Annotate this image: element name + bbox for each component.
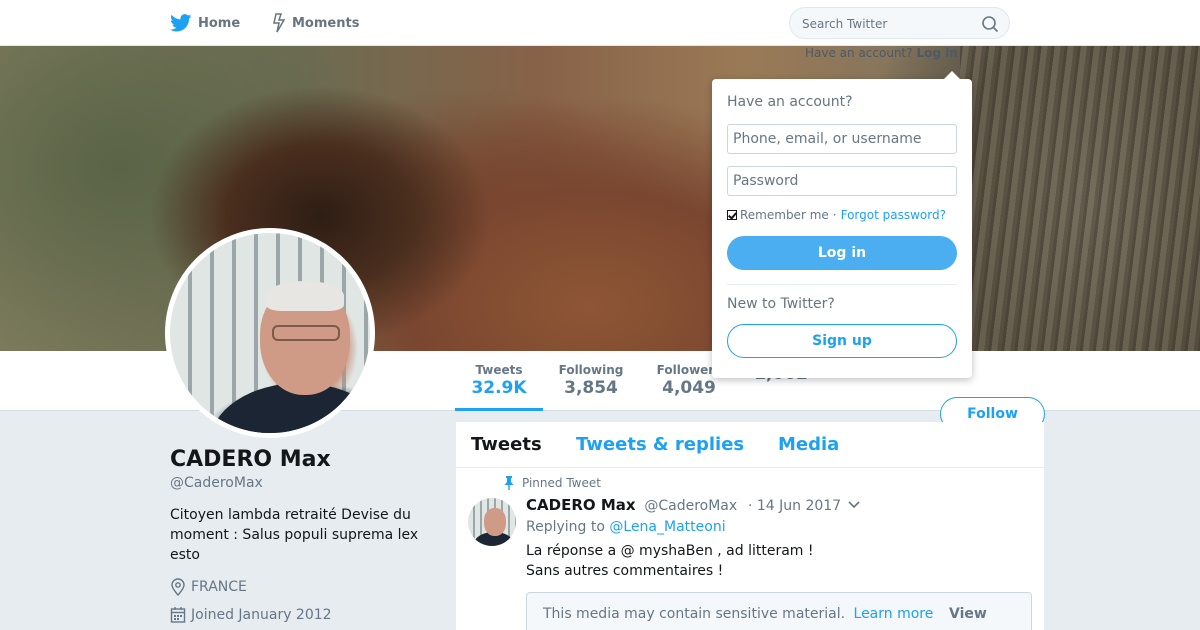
top-navigation: Home Moments bbox=[0, 0, 1200, 46]
login-divider bbox=[727, 284, 957, 285]
view-media-button[interactable]: View bbox=[949, 606, 987, 622]
pinned-tweet-label: Pinned Tweet bbox=[504, 476, 601, 490]
learn-more-link[interactable]: Learn more bbox=[854, 606, 934, 622]
tweet-header: CADERO Max @CaderoMax · 14 Jun 2017 bbox=[526, 496, 841, 514]
nav-home[interactable]: Home bbox=[170, 0, 240, 46]
search-box bbox=[789, 7, 1010, 39]
stat-tweets-value: 32.9K bbox=[471, 378, 527, 398]
tab-media[interactable]: Media bbox=[778, 434, 839, 455]
stat-following-value: 3,854 bbox=[564, 378, 618, 398]
profile-avatar[interactable] bbox=[165, 228, 375, 438]
tweet-text-line-2: Sans autres commentaires ! bbox=[526, 563, 724, 579]
sensitive-media-text: This media may contain sensitive materia… bbox=[543, 606, 846, 622]
chevron-down-icon[interactable] bbox=[848, 500, 860, 510]
avatar-glasses bbox=[272, 325, 340, 341]
login-dropdown: Have an account? Remember me · Forgot pa… bbox=[712, 71, 972, 378]
remember-me-label[interactable]: Remember me bbox=[740, 208, 829, 222]
stat-tweets[interactable]: Tweets 32.9K bbox=[455, 351, 543, 411]
signup-button[interactable]: Sign up bbox=[727, 324, 957, 358]
remember-separator: · bbox=[832, 208, 837, 222]
stat-tweets-label: Tweets bbox=[475, 363, 523, 377]
tab-tweets[interactable]: Tweets bbox=[471, 434, 542, 455]
sensitive-media-warning: This media may contain sensitive materia… bbox=[526, 592, 1032, 630]
profile-joined-text: Joined January 2012 bbox=[191, 607, 332, 623]
profile-location: FRANCE bbox=[170, 578, 247, 596]
pin-icon bbox=[504, 476, 514, 490]
tab-tweets-replies[interactable]: Tweets & replies bbox=[576, 434, 744, 455]
login-hint-link[interactable]: Log in bbox=[916, 46, 957, 60]
tweet-avatar[interactable] bbox=[468, 498, 516, 546]
tweet-avatar-face bbox=[484, 508, 506, 536]
new-to-twitter-label: New to Twitter? bbox=[727, 296, 835, 312]
avatar-hair bbox=[266, 281, 344, 311]
sensitive-media-text-wrap: This media may contain sensitive materia… bbox=[543, 606, 933, 622]
timeline-tabs: Tweets Tweets & replies Media bbox=[456, 422, 1044, 468]
nav-moments[interactable]: Moments bbox=[272, 0, 359, 46]
profile-bio: Citoyen lambda retraité Devise du moment… bbox=[170, 507, 419, 563]
replying-to-mention[interactable]: @Lena_Matteoni bbox=[609, 519, 725, 535]
tweet-date[interactable]: · 14 Jun 2017 bbox=[748, 498, 841, 514]
remember-me-checkbox[interactable] bbox=[727, 210, 737, 220]
calendar-icon bbox=[170, 607, 186, 623]
lightning-icon bbox=[273, 13, 286, 33]
tweet-author-handle[interactable]: @CaderoMax bbox=[644, 498, 737, 514]
twitter-bird-icon bbox=[170, 14, 192, 32]
password-field[interactable] bbox=[727, 166, 957, 196]
remember-row: Remember me · Forgot password? bbox=[727, 208, 946, 222]
banner-tree-bark bbox=[960, 46, 1200, 351]
location-pin-icon bbox=[171, 578, 185, 596]
search-icon[interactable] bbox=[981, 15, 999, 33]
stat-following-label: Following bbox=[558, 363, 624, 377]
login-dropdown-title: Have an account? bbox=[727, 94, 853, 110]
search-input[interactable] bbox=[802, 15, 972, 33]
timeline: Tweets Tweets & replies Media Pinned Twe… bbox=[456, 422, 1044, 630]
login-hint-text: Have an account? bbox=[805, 46, 913, 60]
profile-name: CADERO Max bbox=[170, 447, 331, 472]
forgot-password-link[interactable]: Forgot password? bbox=[841, 208, 946, 222]
tweet-replying-to: Replying to @Lena_Matteoni bbox=[526, 519, 726, 535]
stat-followers-value: 4,049 bbox=[662, 378, 716, 398]
pinned-tweet-text: Pinned Tweet bbox=[522, 476, 601, 490]
nav-home-label: Home bbox=[198, 15, 241, 31]
login-button[interactable]: Log in bbox=[727, 236, 957, 270]
profile-location-text: FRANCE bbox=[191, 579, 247, 595]
tweet-text-line-1: La réponse a @ myshaBen , ad litteram ! bbox=[526, 543, 814, 559]
username-field[interactable] bbox=[727, 124, 957, 154]
tweet-author-name[interactable]: CADERO Max bbox=[526, 496, 636, 514]
login-hint: Have an account? Log in bbox=[805, 46, 958, 60]
profile-handle: @CaderoMax bbox=[170, 475, 263, 491]
profile-joined: Joined January 2012 bbox=[170, 606, 332, 624]
nav-moments-label: Moments bbox=[292, 15, 360, 31]
stat-following[interactable]: Following 3,854 bbox=[553, 351, 629, 411]
replying-to-label: Replying to bbox=[526, 519, 605, 535]
